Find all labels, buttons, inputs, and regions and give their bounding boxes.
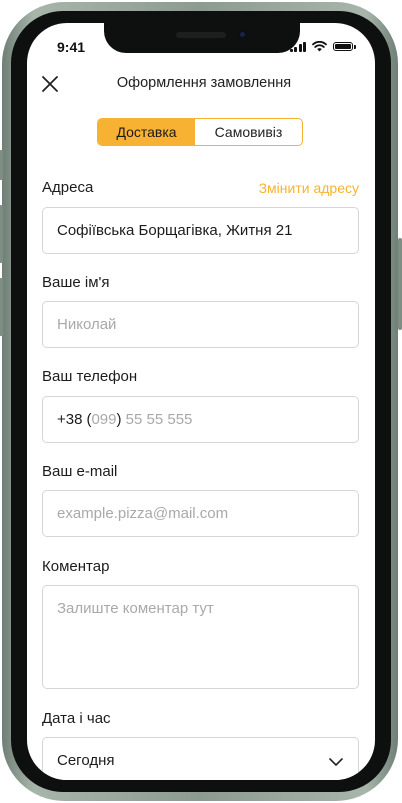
speaker [176, 32, 226, 38]
phone-code: 099 [91, 411, 117, 428]
status-time: 9:41 [57, 39, 86, 55]
phone-prefix: +38 [57, 411, 83, 428]
chevron-down-icon [329, 758, 343, 766]
wifi-icon [312, 41, 327, 52]
cellular-signal-icon [289, 41, 306, 52]
notch [104, 23, 300, 53]
page-title: Оформлення замовлення [116, 75, 292, 91]
name-field[interactable]: Николай [42, 301, 359, 348]
address-field[interactable]: Софіївська Борщагівка, Житня 21 [42, 207, 359, 254]
email-field[interactable]: example.pizza@mail.com [42, 490, 359, 537]
screen: 9:41 Оформлення замовлення Доставка Само… [27, 23, 375, 780]
comment-textarea[interactable]: Залиште коментар тут [42, 585, 359, 689]
address-label: Адреса [42, 179, 94, 196]
phone-side-button [398, 238, 402, 330]
tab-delivery[interactable]: Доставка [98, 119, 195, 145]
status-icons [289, 41, 356, 52]
datetime-label: Дата і час [42, 710, 111, 727]
delivery-tabs: Доставка Самовивіз [97, 118, 303, 146]
phone-number: 55 55 555 [121, 411, 193, 428]
email-label: Ваш e-mail [42, 463, 118, 480]
phone-label: Ваш телефон [42, 368, 138, 385]
phone-side-button [0, 278, 3, 336]
change-address-link[interactable]: Змінити адресу [259, 180, 359, 196]
phone-field[interactable]: +38 (099) 55 55 555 [42, 396, 359, 443]
battery-icon [333, 42, 356, 51]
name-label: Ваше ім'я [42, 274, 110, 291]
datetime-select[interactable]: Сегодня [42, 737, 359, 780]
camera [238, 30, 247, 39]
datetime-value: Сегодня [57, 752, 115, 769]
comment-label: Коментар [42, 558, 110, 575]
tab-pickup[interactable]: Самовивіз [195, 119, 302, 145]
phone-side-button [0, 205, 3, 263]
phone-side-button [0, 150, 3, 180]
